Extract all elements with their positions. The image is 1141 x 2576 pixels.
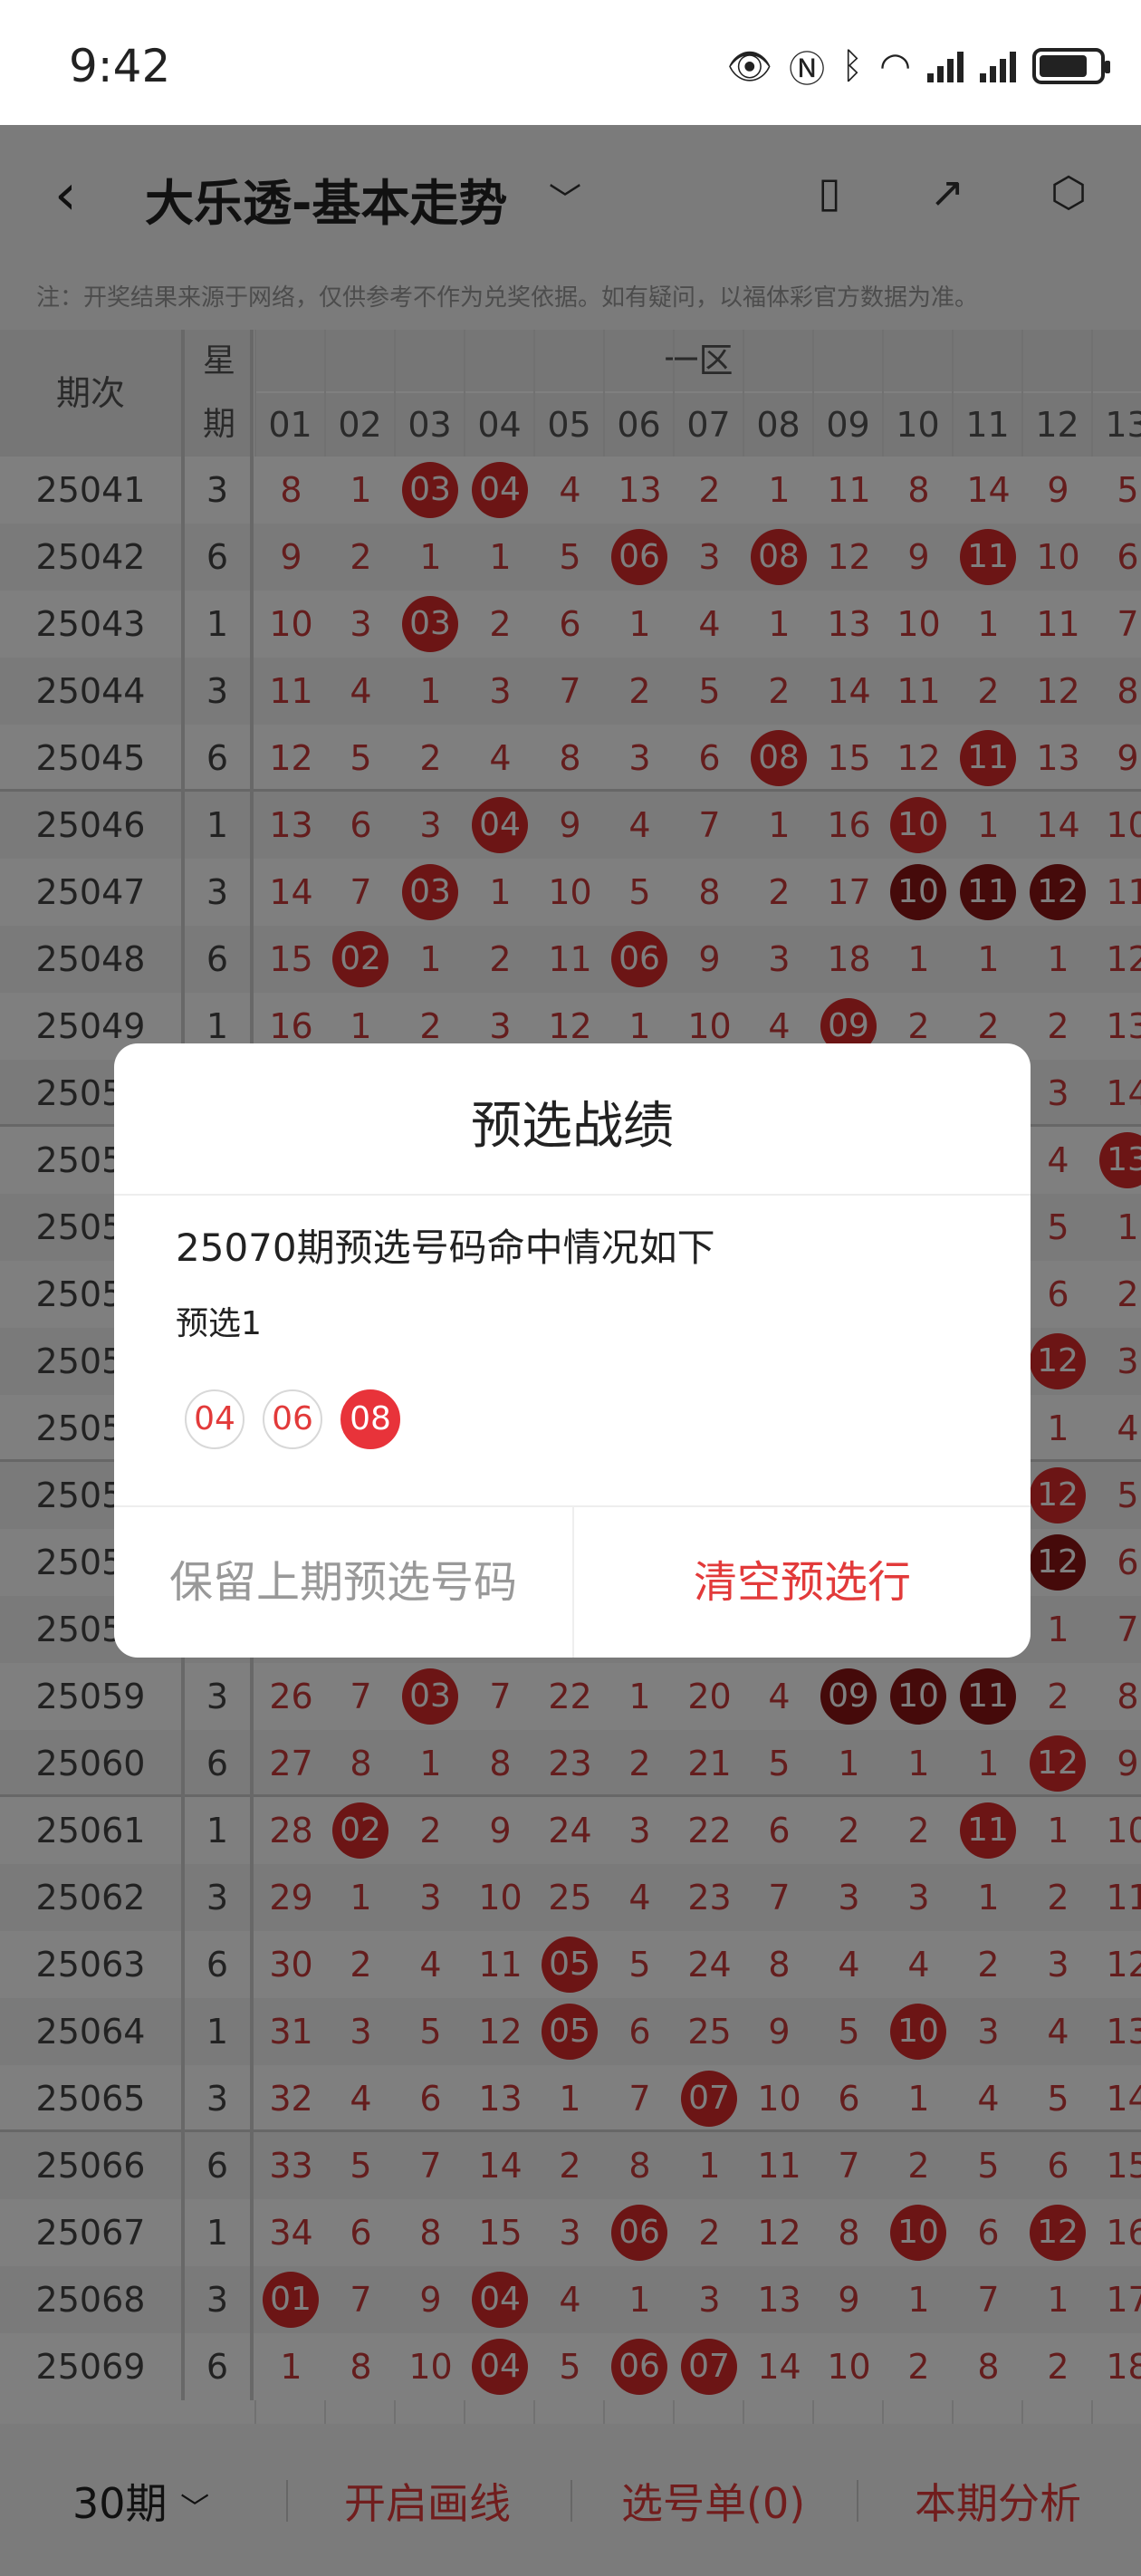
clear-preselect-button[interactable]: 清空预选行 [574, 1507, 1031, 1658]
preselect-ball: 04 [185, 1389, 244, 1449]
nfc-icon: Ⓝ [789, 49, 826, 91]
bluetooth-icon: ᛒ [841, 45, 864, 87]
dialog-info: 25070期预选号码命中情况如下 [176, 1226, 715, 1270]
divider [114, 1194, 1031, 1196]
status-time: 9:42 [69, 40, 171, 92]
signal-icon [927, 50, 964, 82]
wifi-icon: ◠ [879, 45, 911, 87]
status-icons: 👁 Ⓝ ᛒ ◠ [726, 40, 1110, 92]
battery-icon [1032, 48, 1110, 84]
eye-icon: 👁 [726, 45, 773, 88]
status-bar: 9:42 👁 Ⓝ ᛒ ◠ [0, 0, 1141, 125]
bottom-overlay [0, 2424, 1141, 2576]
preselect-dialog: 预选战绩 25070期预选号码命中情况如下 预选1 04 06 08 保留上期预… [114, 1043, 1031, 1658]
signal-icon-2 [980, 50, 1016, 82]
dialog-title: 预选战绩 [471, 1097, 674, 1156]
keep-preselect-button[interactable]: 保留上期预选号码 [114, 1507, 572, 1658]
preselect-label: 预选1 [176, 1305, 262, 1342]
preselect-ball-hit: 08 [340, 1389, 400, 1449]
preselect-ball: 06 [263, 1389, 322, 1449]
